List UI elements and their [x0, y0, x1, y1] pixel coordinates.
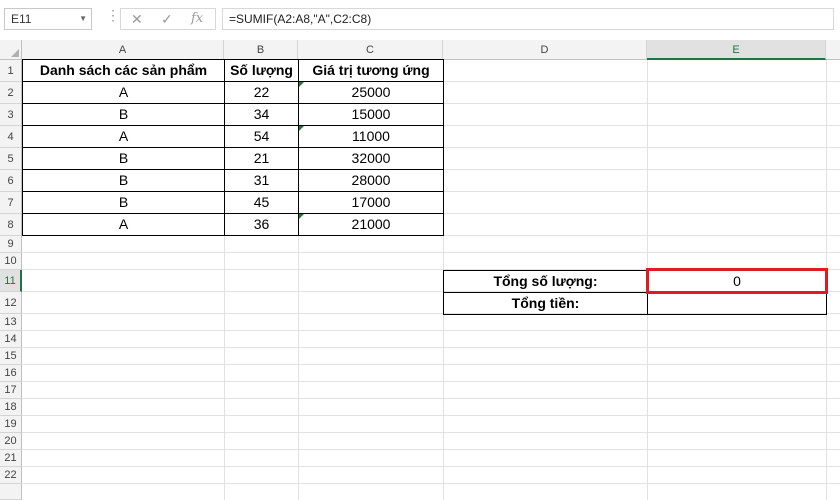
cancel-icon[interactable]: ✕ — [131, 11, 143, 28]
formula-buttons: ✕ ✓ fx — [120, 8, 216, 30]
table-cell[interactable]: 25000 — [298, 81, 444, 104]
table-cell[interactable]: B — [22, 103, 225, 126]
row-header[interactable]: 21 — [0, 450, 22, 467]
table-cell[interactable]: 21000 — [298, 213, 444, 236]
row-header[interactable]: 20 — [0, 433, 22, 450]
table-cell[interactable]: B — [22, 191, 225, 214]
row-header[interactable]: 11 — [0, 270, 22, 292]
row-header[interactable]: 1 — [0, 60, 22, 82]
table-cell[interactable]: A — [22, 125, 225, 148]
table-cell[interactable]: 11000 — [298, 125, 444, 148]
gridline — [22, 252, 840, 253]
row-header[interactable]: 16 — [0, 365, 22, 382]
table-cell[interactable]: 32000 — [298, 147, 444, 170]
gridline — [22, 449, 840, 450]
table-cell[interactable]: 21 — [224, 147, 299, 170]
table-header-quantity[interactable]: Số lượng — [224, 59, 299, 82]
row-header[interactable]: 13 — [0, 314, 22, 331]
resize-handle-icon[interactable]: ⋮ — [106, 8, 120, 28]
table-cell[interactable]: B — [22, 169, 225, 192]
active-cell-highlight — [646, 268, 828, 294]
table-cell[interactable]: 15000 — [298, 103, 444, 126]
row-header[interactable]: 2 — [0, 82, 22, 104]
table-header-value[interactable]: Giá trị tương ứng — [298, 59, 444, 82]
row-header[interactable]: 9 — [0, 236, 22, 253]
table-cell[interactable]: 34 — [224, 103, 299, 126]
row-header[interactable]: 5 — [0, 148, 22, 170]
table-cell[interactable]: A — [22, 213, 225, 236]
worksheet-grid[interactable]: A B C D E 1 2 3 4 5 6 7 8 9 10 11 12 13 … — [0, 40, 840, 500]
row-header[interactable]: 15 — [0, 348, 22, 365]
row-header[interactable]: 17 — [0, 382, 22, 399]
select-all-button[interactable] — [0, 40, 22, 60]
row-header[interactable]: 12 — [0, 292, 22, 314]
row-header[interactable]: 19 — [0, 416, 22, 433]
column-header-f[interactable] — [826, 40, 840, 60]
row-header[interactable]: 18 — [0, 399, 22, 416]
table-cell[interactable]: 45 — [224, 191, 299, 214]
table-cell[interactable]: 54 — [224, 125, 299, 148]
row-header[interactable]: 8 — [0, 214, 22, 236]
error-indicator-icon[interactable] — [299, 214, 304, 219]
gridline — [22, 330, 840, 331]
row-header[interactable]: 10 — [0, 253, 22, 270]
chevron-down-icon[interactable]: ▼ — [79, 9, 87, 29]
row-header[interactable]: 14 — [0, 331, 22, 348]
row-header[interactable]: 3 — [0, 104, 22, 126]
table-header-product[interactable]: Danh sách các sản phẩm — [22, 59, 225, 82]
table-cell[interactable]: 36 — [224, 213, 299, 236]
enter-icon[interactable]: ✓ — [161, 11, 173, 28]
table-cell[interactable]: 22 — [224, 81, 299, 104]
column-header-b[interactable]: B — [224, 40, 298, 60]
gridline — [22, 466, 840, 467]
gridline — [22, 364, 840, 365]
gridline — [22, 398, 840, 399]
gridline — [22, 415, 840, 416]
formula-input[interactable]: =SUMIF(A2:A8,"A",C2:C8) — [222, 8, 834, 30]
column-header-d[interactable]: D — [443, 40, 647, 60]
row-header[interactable] — [0, 484, 22, 500]
gridline — [22, 381, 840, 382]
name-box[interactable]: E11 ▼ — [4, 8, 92, 30]
name-box-value: E11 — [11, 12, 32, 26]
row-header[interactable]: 7 — [0, 192, 22, 214]
column-header-e[interactable]: E — [647, 40, 826, 60]
column-header-a[interactable]: A — [22, 40, 224, 60]
total-quantity-label[interactable]: Tổng số lượng: — [443, 270, 648, 293]
gridline — [22, 347, 840, 348]
error-indicator-icon[interactable] — [299, 82, 304, 87]
error-indicator-icon[interactable] — [299, 126, 304, 131]
table-cell[interactable]: 31 — [224, 169, 299, 192]
table-cell[interactable]: 17000 — [298, 191, 444, 214]
table-cell[interactable]: B — [22, 147, 225, 170]
table-cell[interactable]: 28000 — [298, 169, 444, 192]
total-money-value[interactable] — [647, 292, 827, 315]
row-header[interactable]: 22 — [0, 467, 22, 484]
table-cell[interactable]: A — [22, 81, 225, 104]
column-header-c[interactable]: C — [298, 40, 443, 60]
total-money-label[interactable]: Tổng tiền: — [443, 292, 648, 315]
gridline — [22, 483, 840, 484]
row-header[interactable]: 6 — [0, 170, 22, 192]
row-header[interactable]: 4 — [0, 126, 22, 148]
gridline — [22, 432, 840, 433]
insert-function-icon[interactable]: fx — [191, 11, 203, 26]
formula-bar: E11 ▼ ⋮ ✕ ✓ fx =SUMIF(A2:A8,"A",C2:C8) — [0, 0, 840, 41]
